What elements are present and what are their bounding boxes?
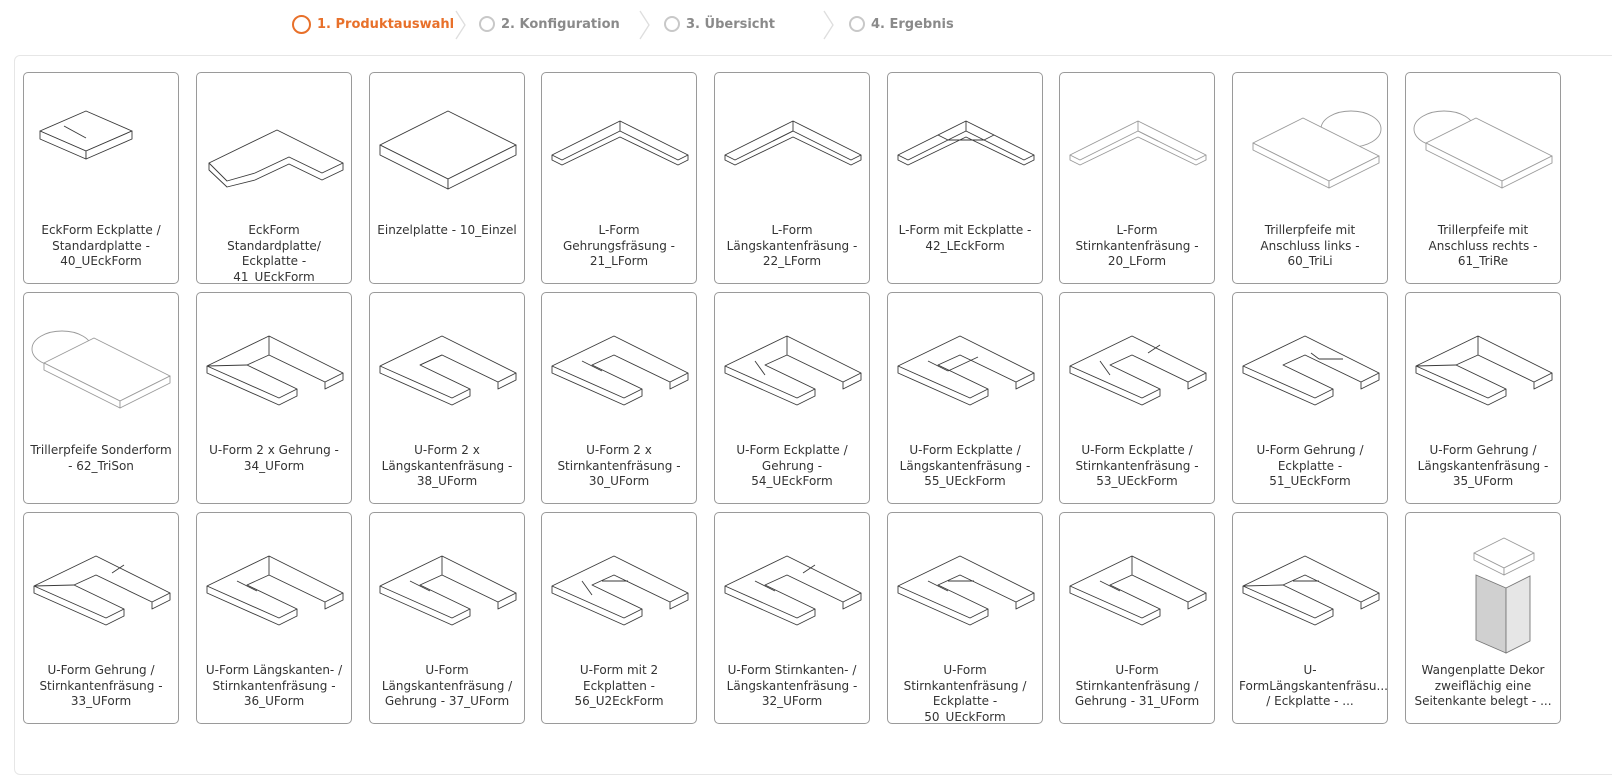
product-label: U-Form mit 2 Eckplatten - 56_U2EckForm [574,663,664,708]
product-card[interactable]: L-Form Längskantenfräsung - 22_LForm [714,72,870,284]
step-circle-icon [479,16,495,32]
product-label: U-Form Gehrung / Längskantenfräsung - 35… [1417,443,1549,488]
product-card[interactable]: EckForm Standardplatte/ Eckplatte - 41_U… [196,72,352,284]
product-label: Wangenplatte Dekor zweiflächig eine Seit… [1414,663,1552,708]
eckform-eckplatte-icon [39,110,133,160]
product-label: U-Form Eckplatte / Längskantenfräsung - … [899,443,1031,488]
u-form-gehrung-laengskante-icon [1415,335,1553,406]
product-label: U-Form Längskanten- / Stirnkantenfräsung… [205,663,343,708]
eckform-standardplatte-icon [208,129,344,188]
wangenplatte-icon [1473,537,1535,654]
product-card[interactable]: Einzelplatte - 10_Einzel [369,72,525,284]
product-label: Trillerpfeife mit Anschluss rechts - 61_… [1428,223,1538,268]
step-label: 1. Produktauswahl [317,16,455,32]
u-form-gehrung-icon [206,335,344,406]
product-card[interactable]: U-Form Längskantenfräsung / Gehrung - 37… [369,512,525,724]
product-card[interactable]: U-Form 2 x Gehrung - 34_UForm [196,292,352,504]
trillerpfeife-sonderform-icon [31,330,171,409]
l-form-gehrung-icon [551,120,689,166]
product-label: L-Form Längskantenfräsung - 22_LForm [726,223,858,268]
product-label: L-Form Gehrungsfräsung - 21_LForm [562,223,676,268]
u-form-eckplatte-gehrung-icon [724,335,862,406]
u-form-gehrung-stirnkante-icon [33,555,171,626]
u-form-eckplatte-laengskante-icon [897,335,1035,406]
l-form-stirnkante-icon [1069,120,1207,166]
trillerpfeife-rechts-icon [1413,110,1553,189]
product-label: U-Form Eckplatte / Stirnkantenfräsung - … [1075,443,1199,488]
u-form-eckplatte-stirnkante-icon [1069,335,1207,406]
product-label: U-Form 2 x Gehrung - 34_UForm [209,443,339,473]
chevron-right-icon [823,10,834,40]
product-card[interactable]: U-Form Stirnkanten- / Längskantenfräsung… [714,512,870,724]
step-circle-icon [849,16,865,32]
product-label: U-FormLängskantenfräsu... / Eckplatte - … [1239,663,1388,708]
chevron-right-icon [455,10,466,40]
step-label: 3. Übersicht [686,16,775,32]
u-form-laengskante-gehrung-icon [379,555,517,626]
step-circle-icon [292,14,311,34]
product-label: U-Form Stirnkantenfräsung / Eckplatte - … [903,663,1027,724]
u-form-stirnkante-icon [551,335,689,406]
u-form-laengskante-eckplatte-icon [1242,555,1380,626]
step-ergebnis[interactable]: 4. Ergebnis [849,13,954,35]
u-form-gehrung-eckplatte-icon [1242,335,1380,406]
wizard-stepper: 1. Produktauswahl 2. Konfiguration 3. Üb… [0,0,1612,48]
product-label: U-Form 2 x Stirnkantenfräsung - 30_UForm [557,443,681,488]
product-label: EckForm Standardplatte/ Eckplatte - 41_U… [227,223,321,284]
step-label: 2. Konfiguration [501,16,620,32]
step-uebersicht[interactable]: 3. Übersicht [664,13,775,35]
product-card[interactable]: EckForm Eckplatte / Standardplatte - 40_… [23,72,179,284]
product-label: L-Form Stirnkantenfräsung - 20_LForm [1075,223,1199,268]
product-label: U-Form Gehrung / Stirnkantenfräsung - 33… [39,663,163,708]
product-card[interactable]: Trillerpfeife mit Anschluss links - 60_T… [1232,72,1388,284]
trillerpfeife-links-icon [1252,110,1382,189]
product-card[interactable]: U-Form 2 x Längskantenfräsung - 38_UForm [369,292,525,504]
u-form-stirnkante-eckplatte-icon [897,555,1035,626]
u-form-stirn-laengskante-icon [724,555,862,626]
chevron-right-icon [639,10,650,40]
step-konfiguration[interactable]: 2. Konfiguration [479,13,620,35]
product-card[interactable]: L-Form mit Eckplatte - 42_LEckForm [887,72,1043,284]
product-card[interactable]: U-Form Gehrung / Längskantenfräsung - 35… [1405,292,1561,504]
product-card[interactable]: U-Form Eckplatte / Längskantenfräsung - … [887,292,1043,504]
product-card[interactable]: Wangenplatte Dekor zweiflächig eine Seit… [1405,512,1561,724]
product-label: EckForm Eckplatte / Standardplatte - 40_… [41,223,161,268]
product-label: U-Form Gehrung / Eckplatte - 51_UEckForm [1256,443,1364,488]
product-label: Trillerpfeife mit Anschluss links - 60_T… [1260,223,1360,268]
product-card[interactable]: Trillerpfeife Sonderform - 62_TriSon [23,292,179,504]
product-card[interactable]: L-Form Gehrungsfräsung - 21_LForm [541,72,697,284]
einzelplatte-icon [379,110,517,190]
product-card[interactable]: U-Form Eckplatte / Gehrung - 54_UEckForm [714,292,870,504]
product-label: Einzelplatte - 10_Einzel [377,223,517,237]
product-card[interactable]: U-Form Eckplatte / Stirnkantenfräsung - … [1059,292,1215,504]
product-card[interactable]: U-Form 2 x Stirnkantenfräsung - 30_UForm [541,292,697,504]
product-label: U-Form Stirnkanten- / Längskantenfräsung… [726,663,858,708]
step-produktauswahl[interactable]: 1. Produktauswahl [292,13,454,35]
product-card[interactable]: U-Form Stirnkantenfräsung / Gehrung - 31… [1059,512,1215,724]
product-card[interactable]: U-Form Stirnkantenfräsung / Eckplatte - … [887,512,1043,724]
product-card[interactable]: Trillerpfeife mit Anschluss rechts - 61_… [1405,72,1561,284]
l-form-laengskante-icon [724,120,862,166]
u-form-laengskante-icon [379,335,517,406]
product-card[interactable]: U-FormLängskantenfräsu... / Eckplatte - … [1232,512,1388,724]
product-card[interactable]: U-Form Gehrung / Stirnkantenfräsung - 33… [23,512,179,724]
u-form-laengs-stirnkante-icon [206,555,344,626]
u-form-stirnkante-gehrung-icon [1069,555,1207,626]
product-card[interactable]: U-Form mit 2 Eckplatten - 56_U2EckForm [541,512,697,724]
product-card[interactable]: L-Form Stirnkantenfräsung - 20_LForm [1059,72,1215,284]
step-circle-icon [664,16,680,32]
product-label: U-Form 2 x Längskantenfräsung - 38_UForm [381,443,513,488]
product-label: L-Form mit Eckplatte - 42_LEckForm [898,223,1032,253]
product-label: U-Form Stirnkantenfräsung / Gehrung - 31… [1074,663,1200,708]
l-form-eckplatte-icon [897,120,1035,166]
product-card[interactable]: U-Form Gehrung / Eckplatte - 51_UEckForm [1232,292,1388,504]
product-card[interactable]: U-Form Längskanten- / Stirnkantenfräsung… [196,512,352,724]
u-form-2-eckplatten-icon [551,555,689,626]
product-label: U-Form Eckplatte / Gehrung - 54_UEckForm [736,443,848,488]
product-label: Trillerpfeife Sonderform - 62_TriSon [30,443,172,473]
step-label: 4. Ergebnis [871,16,954,32]
product-label: U-Form Längskantenfräsung / Gehrung - 37… [381,663,513,708]
